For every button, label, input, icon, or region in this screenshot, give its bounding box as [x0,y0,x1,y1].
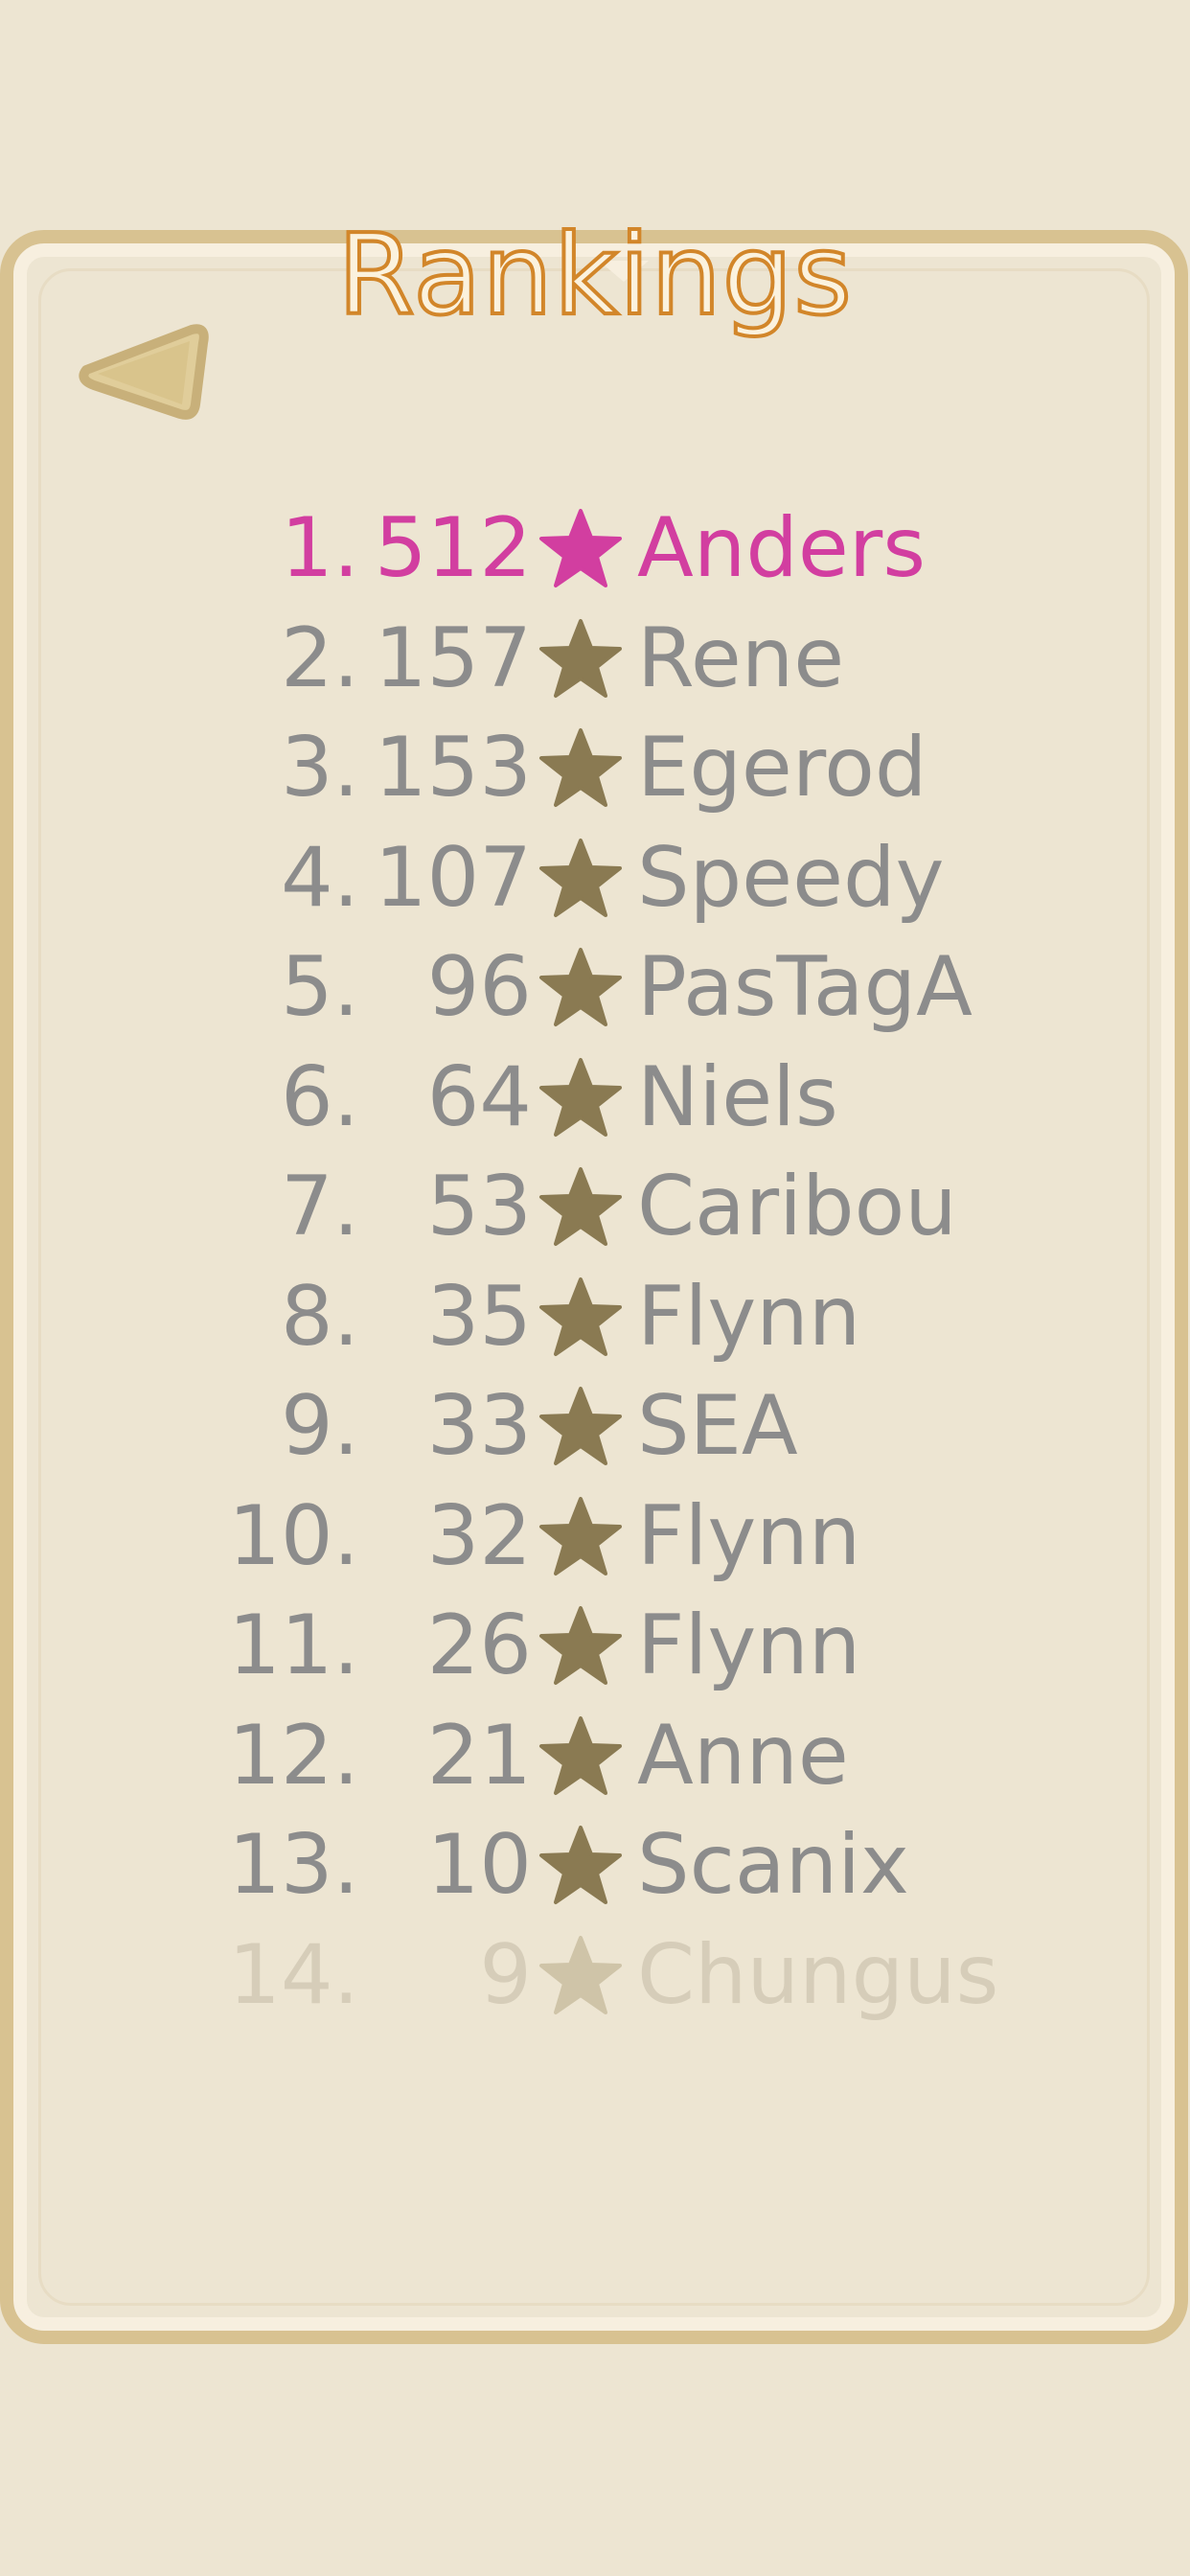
ranking-row: 7. 53 Caribou [0,1152,1190,1261]
rank-number: 10. [228,1487,359,1584]
score-value: 10 [426,1817,532,1913]
player-name: SEA [637,1378,798,1474]
star-icon [539,728,622,807]
star-icon [539,1387,622,1465]
player-name: Chungus [637,1926,999,2023]
score-value: 53 [426,1159,532,1254]
score-value: 157 [374,610,532,706]
rank-number: 13. [228,1817,359,1913]
player-name: Flynn [637,1598,861,1693]
rank-number: 11. [228,1598,359,1693]
star-icon [539,1606,622,1685]
player-name: Egerod [637,720,927,816]
star-icon [539,1935,622,2014]
player-name: Niels [637,1048,838,1145]
score-value: 21 [426,1707,532,1804]
ranking-row: 8. 35 Flynn [0,1262,1190,1371]
rank-number: 5. [280,939,359,1035]
page-title: Rankings [335,211,854,340]
star-icon [539,948,622,1026]
rank-number: 12. [228,1707,359,1804]
star-icon [539,618,622,698]
star-icon [539,509,622,587]
score-value: 107 [374,829,532,926]
score-value: 32 [426,1487,532,1584]
player-name: Speedy [637,829,945,926]
ranking-row: 5. 96 PasTagA [0,932,1190,1042]
rank-number: 9. [280,1378,359,1474]
rank-number: 7. [280,1159,359,1254]
score-value: 33 [426,1378,532,1474]
ranking-row: 3. 153 Egerod [0,713,1190,822]
rank-number: 2. [280,610,359,706]
ranking-row: 2. 157 Rene [0,604,1190,713]
star-icon [539,1057,622,1137]
star-icon [539,1167,622,1246]
ranking-row: 1. 512 Anders [0,494,1190,603]
ranking-row: 6. 64 Niels [0,1043,1190,1152]
score-value: 9 [479,1926,532,2023]
rank-number: 8. [280,1268,359,1365]
rank-number: 6. [280,1048,359,1145]
score-value: 26 [426,1598,532,1693]
ranking-row: 10. 32 Flynn [0,1482,1190,1591]
player-name: Caribou [637,1159,957,1254]
rank-number: 4. [280,829,359,926]
rank-number: 14. [228,1926,359,2023]
star-icon [539,1715,622,1795]
score-value: 35 [426,1268,532,1365]
player-name: Flynn [637,1487,861,1584]
ranking-row: 14. 9 Chungus [0,1920,1190,2030]
score-value: 153 [374,720,532,816]
ranking-row: 4. 107 Speedy [0,823,1190,932]
ranking-row: 12. 21 Anne [0,1701,1190,1810]
player-name: Scanix [637,1817,909,1913]
score-value: 512 [374,500,532,596]
player-name: Anne [637,1707,849,1804]
ranking-row: 13. 10 Scanix [0,1810,1190,1920]
player-name: Anders [637,500,926,596]
star-icon [539,1826,622,1904]
player-name: Flynn [637,1268,861,1365]
player-name: Rene [637,610,845,706]
score-value: 64 [426,1048,532,1145]
rank-number: 1. [280,500,359,596]
ranking-row: 11. 26 Flynn [0,1591,1190,1700]
star-icon [539,1496,622,1576]
ranking-row: 9. 33 SEA [0,1371,1190,1481]
rank-number: 3. [280,720,359,816]
star-icon [539,838,622,917]
star-icon [539,1276,622,1356]
score-value: 96 [426,939,532,1035]
player-name: PasTagA [637,939,973,1035]
